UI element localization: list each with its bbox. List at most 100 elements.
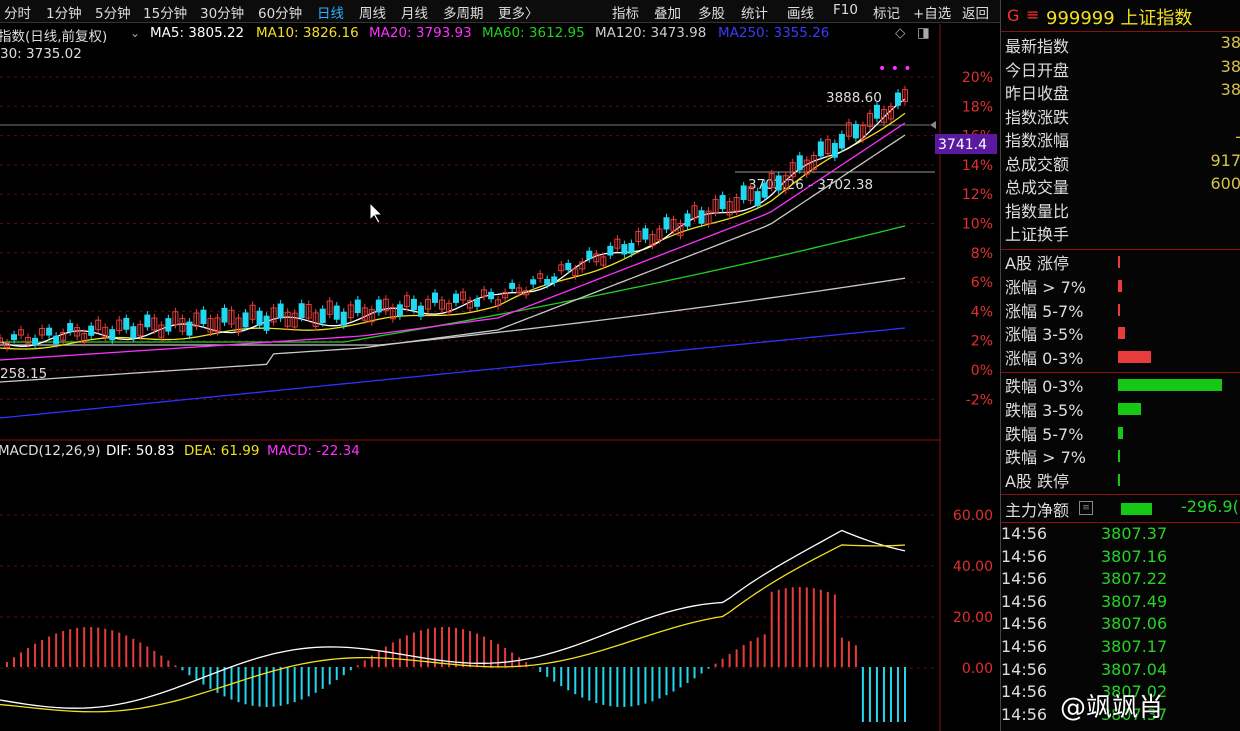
ma20-value: MA20: 3793.93 xyxy=(369,25,472,41)
tick-time: 14:56 xyxy=(1001,682,1048,702)
quote-row: 上证换手 xyxy=(1005,221,1240,244)
price-axis-label: -2% xyxy=(966,392,993,408)
candle-body xyxy=(298,303,305,319)
candle-body xyxy=(684,213,691,227)
candle-body xyxy=(586,250,593,260)
diamond-icon[interactable]: ◇ xyxy=(895,25,905,41)
breadth-up-row: 涨幅 0-3% xyxy=(1005,345,1152,368)
tick-time: 14:56 xyxy=(1001,546,1048,566)
breadth-bar xyxy=(1118,450,1120,463)
ma5-line xyxy=(0,98,906,348)
breadth-down-row: 跌幅 5-7% xyxy=(1005,421,1124,444)
price-axis-label: 0% xyxy=(971,363,993,379)
candle-body xyxy=(256,310,263,326)
period-tab-active[interactable]: 日线 xyxy=(317,2,344,22)
candle-body xyxy=(754,191,761,206)
breadth-label: 跌幅 0-3% xyxy=(1005,377,1084,396)
candle-body xyxy=(242,312,249,328)
panel-toggle-icon[interactable]: ◨ xyxy=(917,25,930,41)
ma120-value: MA120: 3473.98 xyxy=(595,25,707,41)
ma10-line xyxy=(0,112,906,350)
candle-body xyxy=(263,315,270,331)
stats-button[interactable]: 统计 xyxy=(741,2,768,22)
candle-body xyxy=(698,210,705,224)
period-tab[interactable]: 多周期 xyxy=(443,2,484,22)
period-tab[interactable]: 月线 xyxy=(401,2,428,22)
list-icon[interactable]: ≡ xyxy=(1079,501,1093,515)
current-price-text: 3741.4 xyxy=(938,137,987,153)
f10-button[interactable]: F10 xyxy=(833,2,858,18)
breadth-bar xyxy=(1118,379,1222,391)
quote-label: 今日开盘 xyxy=(1005,60,1070,80)
draw-button[interactable]: 画线 xyxy=(787,2,814,22)
flag-label: G xyxy=(1007,6,1020,25)
kline-chart[interactable]: 20%18%16%14%12%10%8%6%4%2%0%-2%60.0040.0… xyxy=(0,0,1000,731)
candle-body xyxy=(838,133,845,149)
multi-stock-button[interactable]: 多股 xyxy=(698,2,725,22)
main-flow-bar xyxy=(1121,503,1153,515)
indicator-button[interactable]: 指标 xyxy=(612,2,639,22)
price-axis-label: 14% xyxy=(962,158,993,174)
period-tab[interactable]: 分时 xyxy=(4,2,31,22)
quote-row: 指数量比 xyxy=(1005,198,1240,221)
macd-value: MACD: -22.34 xyxy=(267,443,360,459)
breadth-bar xyxy=(1118,279,1123,292)
mark-button[interactable]: 标记 xyxy=(873,2,900,22)
tick-time: 14:56 xyxy=(1001,614,1048,634)
breadth-label: 涨幅 > 7% xyxy=(1005,277,1086,297)
dropdown-icon[interactable]: ⌄ xyxy=(130,26,140,40)
candle-body xyxy=(474,298,481,307)
candle-body xyxy=(873,104,880,119)
menu-icon[interactable]: ≡ xyxy=(1026,5,1039,24)
macd-title: MACD(12,26,9) xyxy=(0,443,101,459)
quote-value: 600 xyxy=(1210,174,1240,193)
dif-value: DIF: 50.83 xyxy=(106,443,175,459)
tick-price: 3807.37 xyxy=(1101,524,1168,543)
candle-body xyxy=(663,217,670,230)
quote-value: 38 xyxy=(1220,80,1240,99)
period-tab[interactable]: 5分钟 xyxy=(95,2,131,22)
period-tab[interactable]: 1分钟 xyxy=(46,2,82,22)
candle-body xyxy=(221,307,228,323)
breadth-label: 跌幅 5-7% xyxy=(1005,424,1084,444)
tick-row: 14:56 3807.16 xyxy=(1001,546,1167,569)
candle-body xyxy=(32,337,39,345)
quote-label: 最新指数 xyxy=(1005,37,1070,56)
price-axis-label: 2% xyxy=(971,334,993,350)
candle-body xyxy=(123,317,130,330)
candle-body xyxy=(628,242,635,254)
macd-axis-label: 0.00 xyxy=(962,661,993,677)
breadth-up-row: 涨幅 3-5% xyxy=(1005,321,1126,344)
candle-body xyxy=(165,318,172,332)
breadth-up-row: A股 涨停 xyxy=(1005,250,1120,273)
price-pointer-icon xyxy=(930,121,936,129)
dea-value: DEA: 61.99 xyxy=(184,443,260,459)
back-button[interactable]: 返回 xyxy=(962,2,989,22)
tick-price: 3807.06 xyxy=(1101,614,1168,634)
quote-value: 38 xyxy=(1220,33,1240,52)
mouse-cursor-icon xyxy=(369,201,384,224)
add-watchlist-button[interactable]: +自选 xyxy=(913,2,951,22)
period-tab[interactable]: 周线 xyxy=(359,2,386,22)
quote-row: 指数涨跌 xyxy=(1005,104,1240,127)
candle-body xyxy=(67,323,74,333)
dea-line xyxy=(0,544,906,713)
candle-body xyxy=(530,279,537,285)
period-tab[interactable]: 60分钟 xyxy=(258,2,302,22)
menu-dots-icon: • • • xyxy=(878,61,912,77)
candle-body xyxy=(11,334,18,341)
quote-row: 今日开盘 38 xyxy=(1005,57,1240,80)
breadth-label: 涨幅 5-7% xyxy=(1005,301,1084,321)
breadth-label: A股 涨停 xyxy=(1005,254,1070,273)
period-tab[interactable]: 15分钟 xyxy=(143,2,187,22)
quote-panel: G ≡ 999999 上证指数 最新指数 38 今日开盘 38 昨日收盘 38 指数涨跌 指数… xyxy=(1000,0,1240,731)
tick-row: 14:56 3807.17 xyxy=(1001,637,1167,659)
period-tab[interactable]: 30分钟 xyxy=(200,2,244,22)
toolbar: 分时 1分钟 5分钟 15分钟 30分钟 60分钟 日线 周线 月线 多周期 更… xyxy=(0,0,1000,23)
more-periods-button[interactable]: 更多〉 xyxy=(498,2,539,22)
candle-body xyxy=(340,311,347,326)
overlay-button[interactable]: 叠加 xyxy=(654,2,681,22)
candle-body xyxy=(417,305,424,317)
tick-time: 14:56 xyxy=(1001,524,1048,543)
candle-body xyxy=(375,299,382,313)
